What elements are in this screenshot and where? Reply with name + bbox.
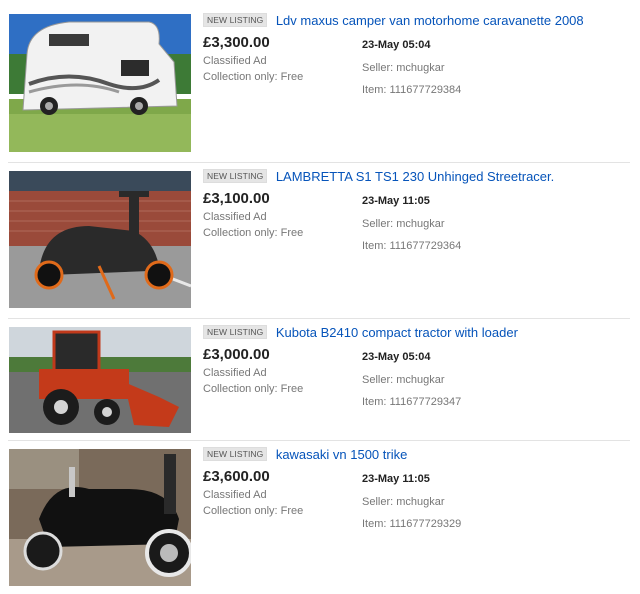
item-number: Item: 111677729384 xyxy=(362,84,462,96)
listing-price: £3,100.00 xyxy=(203,190,270,207)
collection-info: Collection only: Free xyxy=(203,71,304,83)
listing-title-link[interactable]: Kubota B2410 compact tractor with loader xyxy=(276,325,518,340)
ad-type: Classified Ad xyxy=(203,489,267,501)
item-number: Item: 111677729364 xyxy=(362,240,462,252)
seller-name: Seller: mchugkar xyxy=(362,218,445,230)
listing-price: £3,300.00 xyxy=(203,34,270,51)
listing-time: 23-May 11:05 xyxy=(362,473,430,485)
new-listing-badge: NEW LISTING xyxy=(203,325,268,339)
collection-info: Collection only: Free xyxy=(203,227,304,239)
scooter-photo[interactable] xyxy=(9,171,191,308)
listing-time: 23-May 11:05 xyxy=(362,195,430,207)
ad-type: Classified Ad xyxy=(203,211,267,223)
divider xyxy=(8,440,630,441)
divider xyxy=(8,162,630,163)
collection-info: Collection only: Free xyxy=(203,505,304,517)
ad-type: Classified Ad xyxy=(203,55,267,67)
listing-title-link[interactable]: LAMBRETTA S1 TS1 230 Unhinged Streetrace… xyxy=(276,169,554,184)
collection-info: Collection only: Free xyxy=(203,383,304,395)
new-listing-badge: NEW LISTING xyxy=(203,169,268,183)
new-listing-badge: NEW LISTING xyxy=(203,447,268,461)
camper-van-photo[interactable] xyxy=(9,14,191,152)
trike-photo[interactable] xyxy=(9,449,191,586)
item-number: Item: 111677729329 xyxy=(362,518,462,530)
listing-time: 23-May 05:04 xyxy=(362,351,431,363)
seller-name: Seller: mchugkar xyxy=(362,374,445,386)
tractor-photo[interactable] xyxy=(9,327,191,433)
listing-price: £3,000.00 xyxy=(203,346,270,363)
listing-title-link[interactable]: Ldv maxus camper van motorhome caravanet… xyxy=(276,13,584,28)
listing-price: £3,600.00 xyxy=(203,468,270,485)
new-listing-badge: NEW LISTING xyxy=(203,13,268,27)
seller-name: Seller: mchugkar xyxy=(362,496,445,508)
ad-type: Classified Ad xyxy=(203,367,267,379)
item-number: Item: 111677729347 xyxy=(362,396,462,408)
divider xyxy=(8,318,630,319)
listing-title-link[interactable]: kawasaki vn 1500 trike xyxy=(276,447,408,462)
listing-time: 23-May 05:04 xyxy=(362,39,431,51)
seller-name: Seller: mchugkar xyxy=(362,62,445,74)
